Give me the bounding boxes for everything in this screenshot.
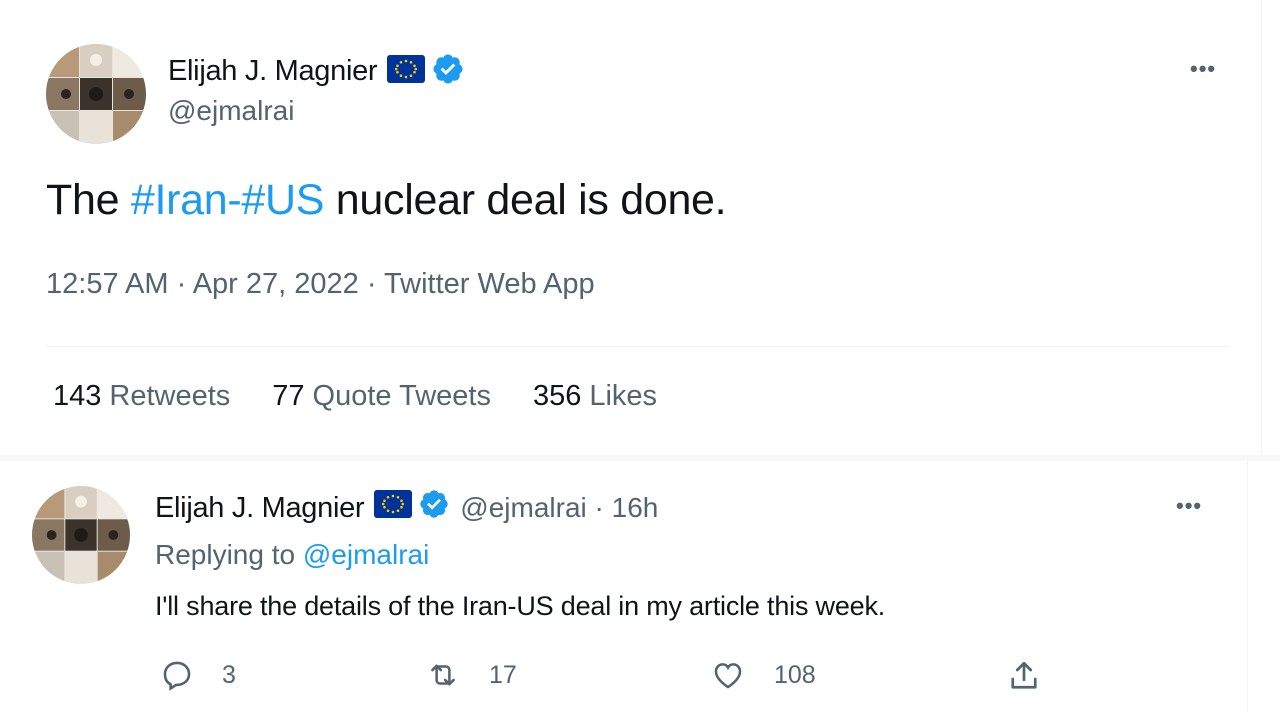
likes-count: 356	[532, 380, 582, 412]
replying-handle[interactable]: @ejmalrai	[303, 539, 429, 570]
tweet-text-end: nuclear deal is done.	[324, 176, 727, 224]
retweets-count: 143	[53, 380, 102, 412]
handle-and-time[interactable]: @ejmalrai · 16h	[460, 492, 658, 524]
engagement-stats: 143 Retweets 77 Quote Tweets 356 Likes	[53, 380, 657, 413]
author-handle[interactable]: @ejmalrai	[168, 95, 294, 127]
author-name[interactable]: Elijah J. Magnier	[155, 492, 365, 525]
quotes-stat[interactable]: 77 Quote Tweets	[272, 380, 491, 413]
tweet-timestamp[interactable]: 12:57 AM · Apr 27, 2022 · Twitter Web Ap…	[46, 268, 595, 301]
main-tweet: Elijah J. Magnier @ejmalrai ••• The #Ira…	[10, 0, 1262, 455]
divider	[46, 346, 1228, 347]
verified-icon	[418, 488, 450, 528]
reply-tweet[interactable]: Elijah J. Magnier @ejmalrai · 16h ••• Re…	[0, 461, 1248, 713]
hashtag-iran[interactable]: #Iran	[131, 176, 228, 224]
more-icon[interactable]: •••	[1190, 56, 1216, 82]
likes-label: Likes	[589, 380, 658, 412]
replying-prefix: Replying to	[155, 539, 303, 570]
more-icon[interactable]: •••	[1176, 493, 1202, 519]
eu-flag-icon	[374, 490, 413, 526]
author-name[interactable]: Elijah J. Magnier	[168, 55, 378, 88]
retweet-icon	[431, 664, 455, 686]
hashtag-separator: -	[227, 176, 242, 224]
share-icon	[1011, 661, 1037, 689]
like-button[interactable]: 108	[710, 658, 816, 692]
tweet-text-start: The	[46, 176, 131, 224]
avatar[interactable]	[46, 44, 146, 144]
replying-to: Replying to @ejmalrai	[155, 539, 429, 571]
share-button[interactable]	[1006, 658, 1042, 694]
author-row: Elijah J. Magnier	[168, 52, 465, 91]
likes-stat[interactable]: 356 Likes	[533, 380, 657, 413]
verified-icon	[431, 52, 465, 91]
retweet-count: 17	[489, 660, 517, 689]
retweets-label: Retweets	[109, 380, 231, 412]
hashtag-us[interactable]: #US	[241, 176, 324, 224]
like-count: 108	[774, 660, 816, 689]
quotes-count: 77	[272, 380, 305, 412]
reply-button[interactable]: 3	[160, 658, 236, 692]
eu-flag-icon	[387, 55, 426, 88]
retweets-stat[interactable]: 143 Retweets	[53, 380, 230, 413]
reply-icon	[163, 661, 191, 691]
quotes-label: Quote Tweets	[312, 380, 491, 412]
like-icon	[714, 663, 742, 689]
avatar[interactable]	[32, 486, 130, 584]
reply-text: I'll share the details of the Iran-US de…	[155, 591, 886, 621]
retweet-button[interactable]: 17	[425, 658, 517, 692]
tweet-text: The #Iran-#US nuclear deal is done.	[46, 176, 727, 225]
reply-author-row: Elijah J. Magnier @ejmalrai · 16h	[155, 488, 658, 528]
reply-count: 3	[222, 660, 236, 689]
